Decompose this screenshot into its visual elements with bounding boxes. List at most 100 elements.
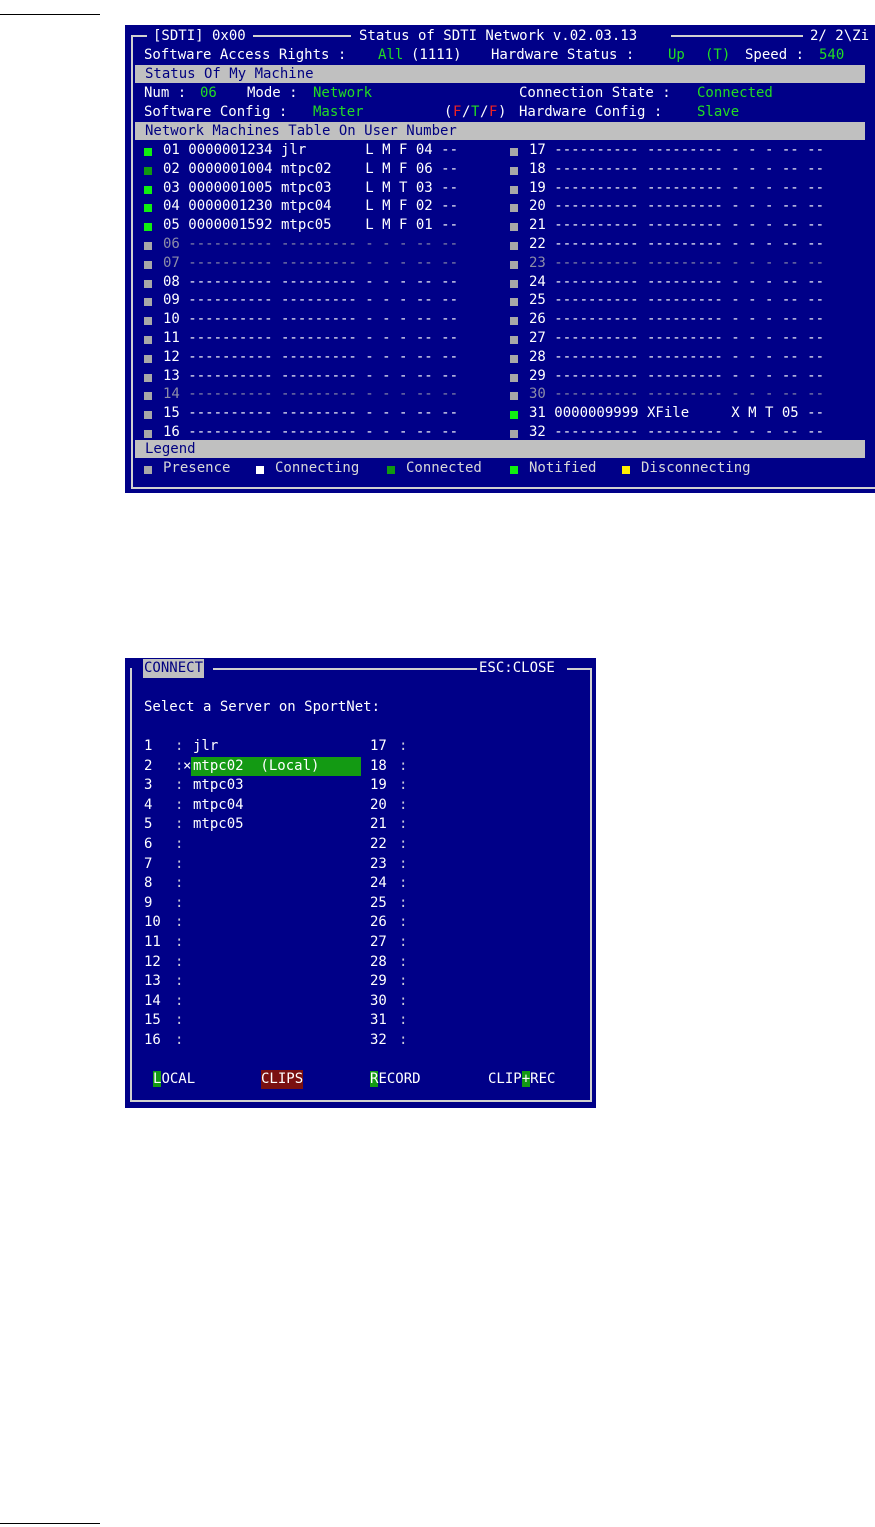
num-label: Num :: [144, 85, 187, 101]
status-square: [144, 242, 152, 250]
ftf-close: ): [498, 104, 507, 120]
legend-item: Notified: [529, 460, 597, 476]
mode-label: Mode :: [247, 85, 298, 101]
table-row[interactable]: 26 ---------- --------- - - - -- --: [529, 310, 824, 329]
legend-item: Connected: [406, 460, 482, 476]
hw-status-label: Hardware Status :: [491, 47, 635, 63]
table-row[interactable]: 21 ---------- --------- - - - -- --: [529, 216, 824, 235]
num-value: 06: [200, 85, 217, 101]
server-item[interactable]: mtpc03: [193, 776, 244, 795]
sdti-status-screen: [SDTI] 0x00 Status of SDTI Network v.02.…: [125, 25, 875, 493]
status-square: [144, 204, 152, 213]
table-row[interactable]: 04 0000001230 mtpc04 L M F 02 --: [163, 197, 458, 216]
server-item[interactable]: mtpc02 (Local): [193, 757, 319, 776]
status-square: [510, 411, 518, 420]
table-row[interactable]: 25 ---------- --------- - - - -- --: [529, 291, 824, 310]
legend-square: [256, 466, 264, 474]
status-square: [510, 373, 518, 382]
table-row[interactable]: 22 ---------- --------- - - - -- --: [529, 235, 824, 254]
server-separator: :: [399, 973, 408, 990]
server-number[interactable]: 22: [370, 835, 387, 854]
table-row[interactable]: 14 ---------- --------- - - - -- --: [163, 385, 458, 404]
table-row[interactable]: 31 0000009999 XFile X M T 05 --: [529, 404, 824, 423]
table-row[interactable]: 19 ---------- --------- - - - -- --: [529, 179, 824, 198]
local-button[interactable]: LOCAL: [153, 1070, 195, 1089]
table-row[interactable]: 03 0000001005 mtpc03 L M T 03 --: [163, 179, 458, 198]
status-square: [144, 317, 152, 326]
server-number[interactable]: 27: [370, 933, 387, 952]
mode-value: Network: [313, 85, 373, 101]
table-row[interactable]: 11 ---------- --------- - - - -- --: [163, 329, 458, 348]
status-square: [510, 185, 518, 194]
table-row[interactable]: 09 ---------- --------- - - - -- --: [163, 291, 458, 310]
server-number[interactable]: 32: [370, 1031, 387, 1050]
server-number[interactable]: 21: [370, 815, 387, 834]
clips-button[interactable]: CLIPS: [261, 1070, 304, 1089]
hw-config-value: Slave: [697, 104, 740, 120]
status-square: [510, 317, 518, 326]
server-number: 8: [144, 875, 153, 892]
frame-bottom: [131, 487, 875, 489]
record-button[interactable]: RECORD: [370, 1070, 421, 1089]
server-number[interactable]: 20: [370, 796, 387, 815]
server-item[interactable]: jlr: [193, 737, 218, 756]
server-number[interactable]: 30: [370, 992, 387, 1011]
server-separator: :: [175, 953, 184, 970]
table-row[interactable]: 05 0000001592 mtpc05 L M F 01 --: [163, 216, 458, 235]
server-number[interactable]: 24: [370, 874, 387, 893]
table-row[interactable]: 12 ---------- --------- - - - -- --: [163, 348, 458, 367]
esc-close-hint[interactable]: ESC:CLOSE: [479, 659, 555, 678]
table-row[interactable]: 27 ---------- --------- - - - -- --: [529, 329, 824, 348]
status-square: [510, 430, 518, 438]
speed-label: Speed :: [745, 47, 805, 63]
server-number: 10: [144, 914, 161, 931]
status-square: [144, 430, 152, 438]
table-row[interactable]: 24 ---------- --------- - - - -- --: [529, 273, 824, 292]
table-row[interactable]: 28 ---------- --------- - - - -- --: [529, 348, 824, 367]
hw-status-flag: (T): [705, 47, 731, 63]
network-table-header: Network Machines Table On User Number: [135, 122, 865, 140]
server-number[interactable]: 19: [370, 776, 387, 795]
server-item[interactable]: mtpc05: [193, 815, 244, 834]
sw-rights-value: All: [378, 47, 404, 63]
cliprec-post: REC: [530, 1071, 556, 1087]
table-row[interactable]: 13 ---------- --------- - - - -- --: [163, 367, 458, 386]
table-row[interactable]: 06 ---------- --------- - - - -- --: [163, 235, 458, 254]
server-separator: :: [399, 836, 408, 852]
legend-item: Connecting: [275, 460, 360, 476]
table-row[interactable]: 30 ---------- --------- - - - -- --: [529, 385, 824, 404]
cliprec-button[interactable]: CLIP+REC: [488, 1070, 555, 1089]
table-row[interactable]: 07 ---------- --------- - - - -- --: [163, 254, 458, 273]
table-row[interactable]: 10 ---------- --------- - - - -- --: [163, 310, 458, 329]
table-row[interactable]: 20 ---------- --------- - - - -- --: [529, 197, 824, 216]
status-square: [510, 223, 518, 232]
status-square: [144, 148, 152, 156]
server-item[interactable]: mtpc04: [193, 796, 244, 815]
status-square: [510, 279, 518, 288]
server-separator: :: [399, 757, 408, 774]
server-separator: :: [175, 992, 184, 1009]
table-row[interactable]: 08 ---------- --------- - - - -- --: [163, 273, 458, 292]
dialog-title: CONNECT: [143, 659, 205, 678]
server-number[interactable]: 28: [370, 953, 387, 972]
status-square: [144, 279, 152, 288]
server-number[interactable]: 23: [370, 855, 387, 874]
table-row[interactable]: 01 0000001234 jlr L M F 04 --: [163, 141, 458, 160]
table-row[interactable]: 02 0000001004 mtpc02 L M F 06 --: [163, 160, 458, 179]
table-row[interactable]: 23 ---------- --------- - - - -- --: [529, 254, 824, 273]
table-row[interactable]: 29 ---------- --------- - - - -- --: [529, 367, 824, 386]
sw-config-label: Software Config :: [144, 104, 288, 120]
server-separator: :: [399, 777, 408, 794]
server-number[interactable]: 26: [370, 913, 387, 932]
server-number[interactable]: 29: [370, 972, 387, 991]
server-number[interactable]: 17: [370, 737, 387, 756]
table-row[interactable]: 18 ---------- --------- - - - -- --: [529, 160, 824, 179]
table-row[interactable]: 17 ---------- --------- - - - -- --: [529, 141, 824, 160]
server-number[interactable]: 31: [370, 1011, 387, 1030]
server-number[interactable]: 25: [370, 894, 387, 913]
table-row[interactable]: 15 ---------- --------- - - - -- --: [163, 404, 458, 423]
server-separator: :: [175, 973, 184, 990]
server-number[interactable]: 18: [370, 757, 387, 776]
server-number: 13: [144, 973, 161, 990]
cliprec-hotkey: +: [521, 1071, 531, 1087]
